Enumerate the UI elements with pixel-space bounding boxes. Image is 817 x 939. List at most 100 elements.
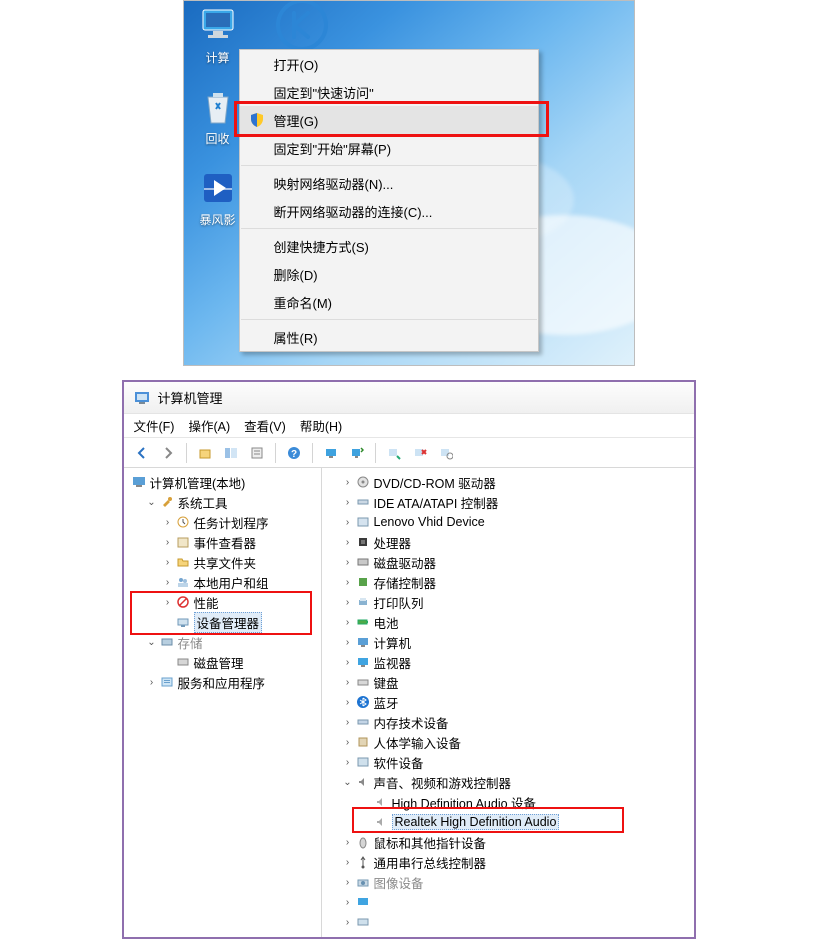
chevron-right-icon[interactable]: › xyxy=(342,477,354,488)
tool-up-button[interactable] xyxy=(193,441,217,465)
nav-forward-button[interactable] xyxy=(156,441,180,465)
chevron-right-icon[interactable]: › xyxy=(342,517,354,528)
chevron-right-icon[interactable]: › xyxy=(342,657,354,668)
tool-disable-button[interactable] xyxy=(408,441,432,465)
chevron-right-icon[interactable]: › xyxy=(342,757,354,768)
ctx-delete[interactable]: 删除(D) xyxy=(240,260,538,288)
ctx-disconnect-drive[interactable]: 断开网络驱动器的连接(C)... xyxy=(240,197,538,225)
ctx-open[interactable]: 打开(O) xyxy=(240,50,538,78)
chevron-right-icon[interactable]: › xyxy=(162,557,174,568)
ctx-properties[interactable]: 属性(R) xyxy=(240,323,538,351)
dev-cpu[interactable]: ›处理器 xyxy=(322,532,694,552)
chevron-right-icon[interactable]: › xyxy=(342,857,354,868)
dev-bluetooth[interactable]: ›蓝牙 xyxy=(322,692,694,712)
ctx-pin-start[interactable]: 固定到"开始"屏幕(P) xyxy=(240,134,538,162)
chevron-down-icon[interactable]: ⌄ xyxy=(146,637,158,648)
tool-help-button[interactable]: ? xyxy=(282,441,306,465)
tree-task-scheduler[interactable]: › 任务计划程序 xyxy=(124,512,321,532)
chevron-right-icon[interactable]: › xyxy=(162,537,174,548)
dev-hid[interactable]: ›人体学输入设备 xyxy=(322,732,694,752)
chevron-right-icon[interactable]: › xyxy=(342,717,354,728)
chevron-right-icon[interactable]: › xyxy=(162,517,174,528)
chevron-right-icon[interactable]: › xyxy=(342,537,354,548)
ctx-pin-quick-access[interactable]: 固定到"快速访问" xyxy=(240,78,538,106)
chevron-right-icon[interactable]: › xyxy=(342,697,354,708)
baofeng-desktop-icon[interactable]: 暴风影 xyxy=(190,167,246,228)
chevron-right-icon[interactable]: › xyxy=(146,677,158,688)
computer-icon xyxy=(131,474,147,490)
dev-keyboard[interactable]: ›键盘 xyxy=(322,672,694,692)
shield-icon xyxy=(248,111,266,129)
kugou-icon[interactable] xyxy=(274,0,330,53)
tool-scan-button[interactable] xyxy=(382,441,406,465)
chevron-right-icon[interactable]: › xyxy=(342,737,354,748)
ctx-map-drive[interactable]: 映射网络驱动器(N)... xyxy=(240,169,538,197)
menu-view[interactable]: 查看(V) xyxy=(244,416,286,435)
dev-sound-video[interactable]: ⌄声音、视频和游戏控制器 xyxy=(322,772,694,792)
tree-storage[interactable]: ⌄ 存储 xyxy=(124,632,321,652)
tree-services-apps[interactable]: › 服务和应用程序 xyxy=(124,672,321,692)
chevron-right-icon[interactable]: › xyxy=(162,577,174,588)
dev-hda[interactable]: High Definition Audio 设备 xyxy=(322,792,694,812)
chevron-right-icon[interactable]: › xyxy=(342,637,354,648)
chevron-right-icon[interactable]: › xyxy=(342,497,354,508)
dev-disk[interactable]: ›磁盘驱动器 xyxy=(322,552,694,572)
chevron-right-icon[interactable]: › xyxy=(342,837,354,848)
tool-show-hide-button[interactable] xyxy=(219,441,243,465)
dev-storage-controller[interactable]: ›存储控制器 xyxy=(322,572,694,592)
chevron-right-icon[interactable]: › xyxy=(342,597,354,608)
ctx-create-shortcut[interactable]: 创建快捷方式(S) xyxy=(240,232,538,260)
computer-desktop-icon[interactable]: 计算 xyxy=(190,5,246,66)
chevron-right-icon[interactable]: › xyxy=(162,597,174,608)
tool-properties-button[interactable] xyxy=(245,441,269,465)
ctx-rename[interactable]: 重命名(M) xyxy=(240,288,538,316)
dev-software[interactable]: ›软件设备 xyxy=(322,752,694,772)
hid-icon xyxy=(355,734,371,750)
tree-disk-mgmt[interactable]: 磁盘管理 xyxy=(124,652,321,672)
tree-shared-folders[interactable]: › 共享文件夹 xyxy=(124,552,321,572)
tool-refresh-button[interactable] xyxy=(345,441,369,465)
dev-unknown1[interactable]: › xyxy=(322,892,694,912)
battery-icon xyxy=(355,614,371,630)
chevron-down-icon[interactable]: ⌄ xyxy=(342,777,354,788)
dev-battery[interactable]: ›电池 xyxy=(322,612,694,632)
tool-monitor-button[interactable] xyxy=(319,441,343,465)
dev-imaging[interactable]: ›图像设备 xyxy=(322,872,694,892)
dev-usb[interactable]: ›通用串行总线控制器 xyxy=(322,852,694,872)
dev-lenovo[interactable]: ›Lenovo Vhid Device xyxy=(322,512,694,532)
dev-mouse[interactable]: ›鼠标和其他指针设备 xyxy=(322,832,694,852)
menu-file[interactable]: 文件(F) xyxy=(134,416,175,435)
dev-computer[interactable]: ›计算机 xyxy=(322,632,694,652)
tree-root-computer-mgmt[interactable]: 计算机管理(本地) xyxy=(124,472,321,492)
chevron-right-icon[interactable]: › xyxy=(342,577,354,588)
ctx-manage[interactable]: 管理(G) xyxy=(240,106,538,134)
tree-event-viewer[interactable]: › 事件查看器 xyxy=(124,532,321,552)
recycle-bin-desktop-icon[interactable]: 回收 xyxy=(190,86,246,147)
computer-management-window: 计算机管理 文件(F) 操作(A) 查看(V) 帮助(H) ? 计算机管理(本地… xyxy=(122,380,696,939)
recycle-bin-icon xyxy=(197,86,239,128)
menu-action[interactable]: 操作(A) xyxy=(188,416,230,435)
nav-back-button[interactable] xyxy=(130,441,154,465)
chevron-right-icon[interactable]: › xyxy=(342,897,354,908)
dev-monitor[interactable]: ›监视器 xyxy=(322,652,694,672)
tool-update-button[interactable] xyxy=(434,441,458,465)
tree-performance[interactable]: › 性能 xyxy=(124,592,321,612)
tree-local-users[interactable]: › 本地用户和组 xyxy=(124,572,321,592)
dev-realtek[interactable]: Realtek High Definition Audio xyxy=(322,812,694,832)
dev-unknown2[interactable]: › xyxy=(322,912,694,932)
chevron-down-icon[interactable]: ⌄ xyxy=(146,497,158,508)
dev-memory-tech[interactable]: ›内存技术设备 xyxy=(322,712,694,732)
device-tree[interactable]: ›DVD/CD-ROM 驱动器 ›IDE ATA/ATAPI 控制器 ›Leno… xyxy=(322,468,694,937)
menu-help[interactable]: 帮助(H) xyxy=(300,416,342,435)
left-tree[interactable]: 计算机管理(本地) ⌄ 系统工具 › 任务计划程序 › 事件查看器 › 共享文件… xyxy=(124,468,322,937)
chevron-right-icon[interactable]: › xyxy=(342,877,354,888)
chevron-right-icon[interactable]: › xyxy=(342,677,354,688)
tree-system-tools[interactable]: ⌄ 系统工具 xyxy=(124,492,321,512)
tree-device-manager[interactable]: 设备管理器 xyxy=(124,612,321,632)
dev-ide[interactable]: ›IDE ATA/ATAPI 控制器 xyxy=(322,492,694,512)
dev-print-queue[interactable]: ›打印队列 xyxy=(322,592,694,612)
chevron-right-icon[interactable]: › xyxy=(342,617,354,628)
dev-dvd[interactable]: ›DVD/CD-ROM 驱动器 xyxy=(322,472,694,492)
chevron-right-icon[interactable]: › xyxy=(342,917,354,928)
chevron-right-icon[interactable]: › xyxy=(342,557,354,568)
